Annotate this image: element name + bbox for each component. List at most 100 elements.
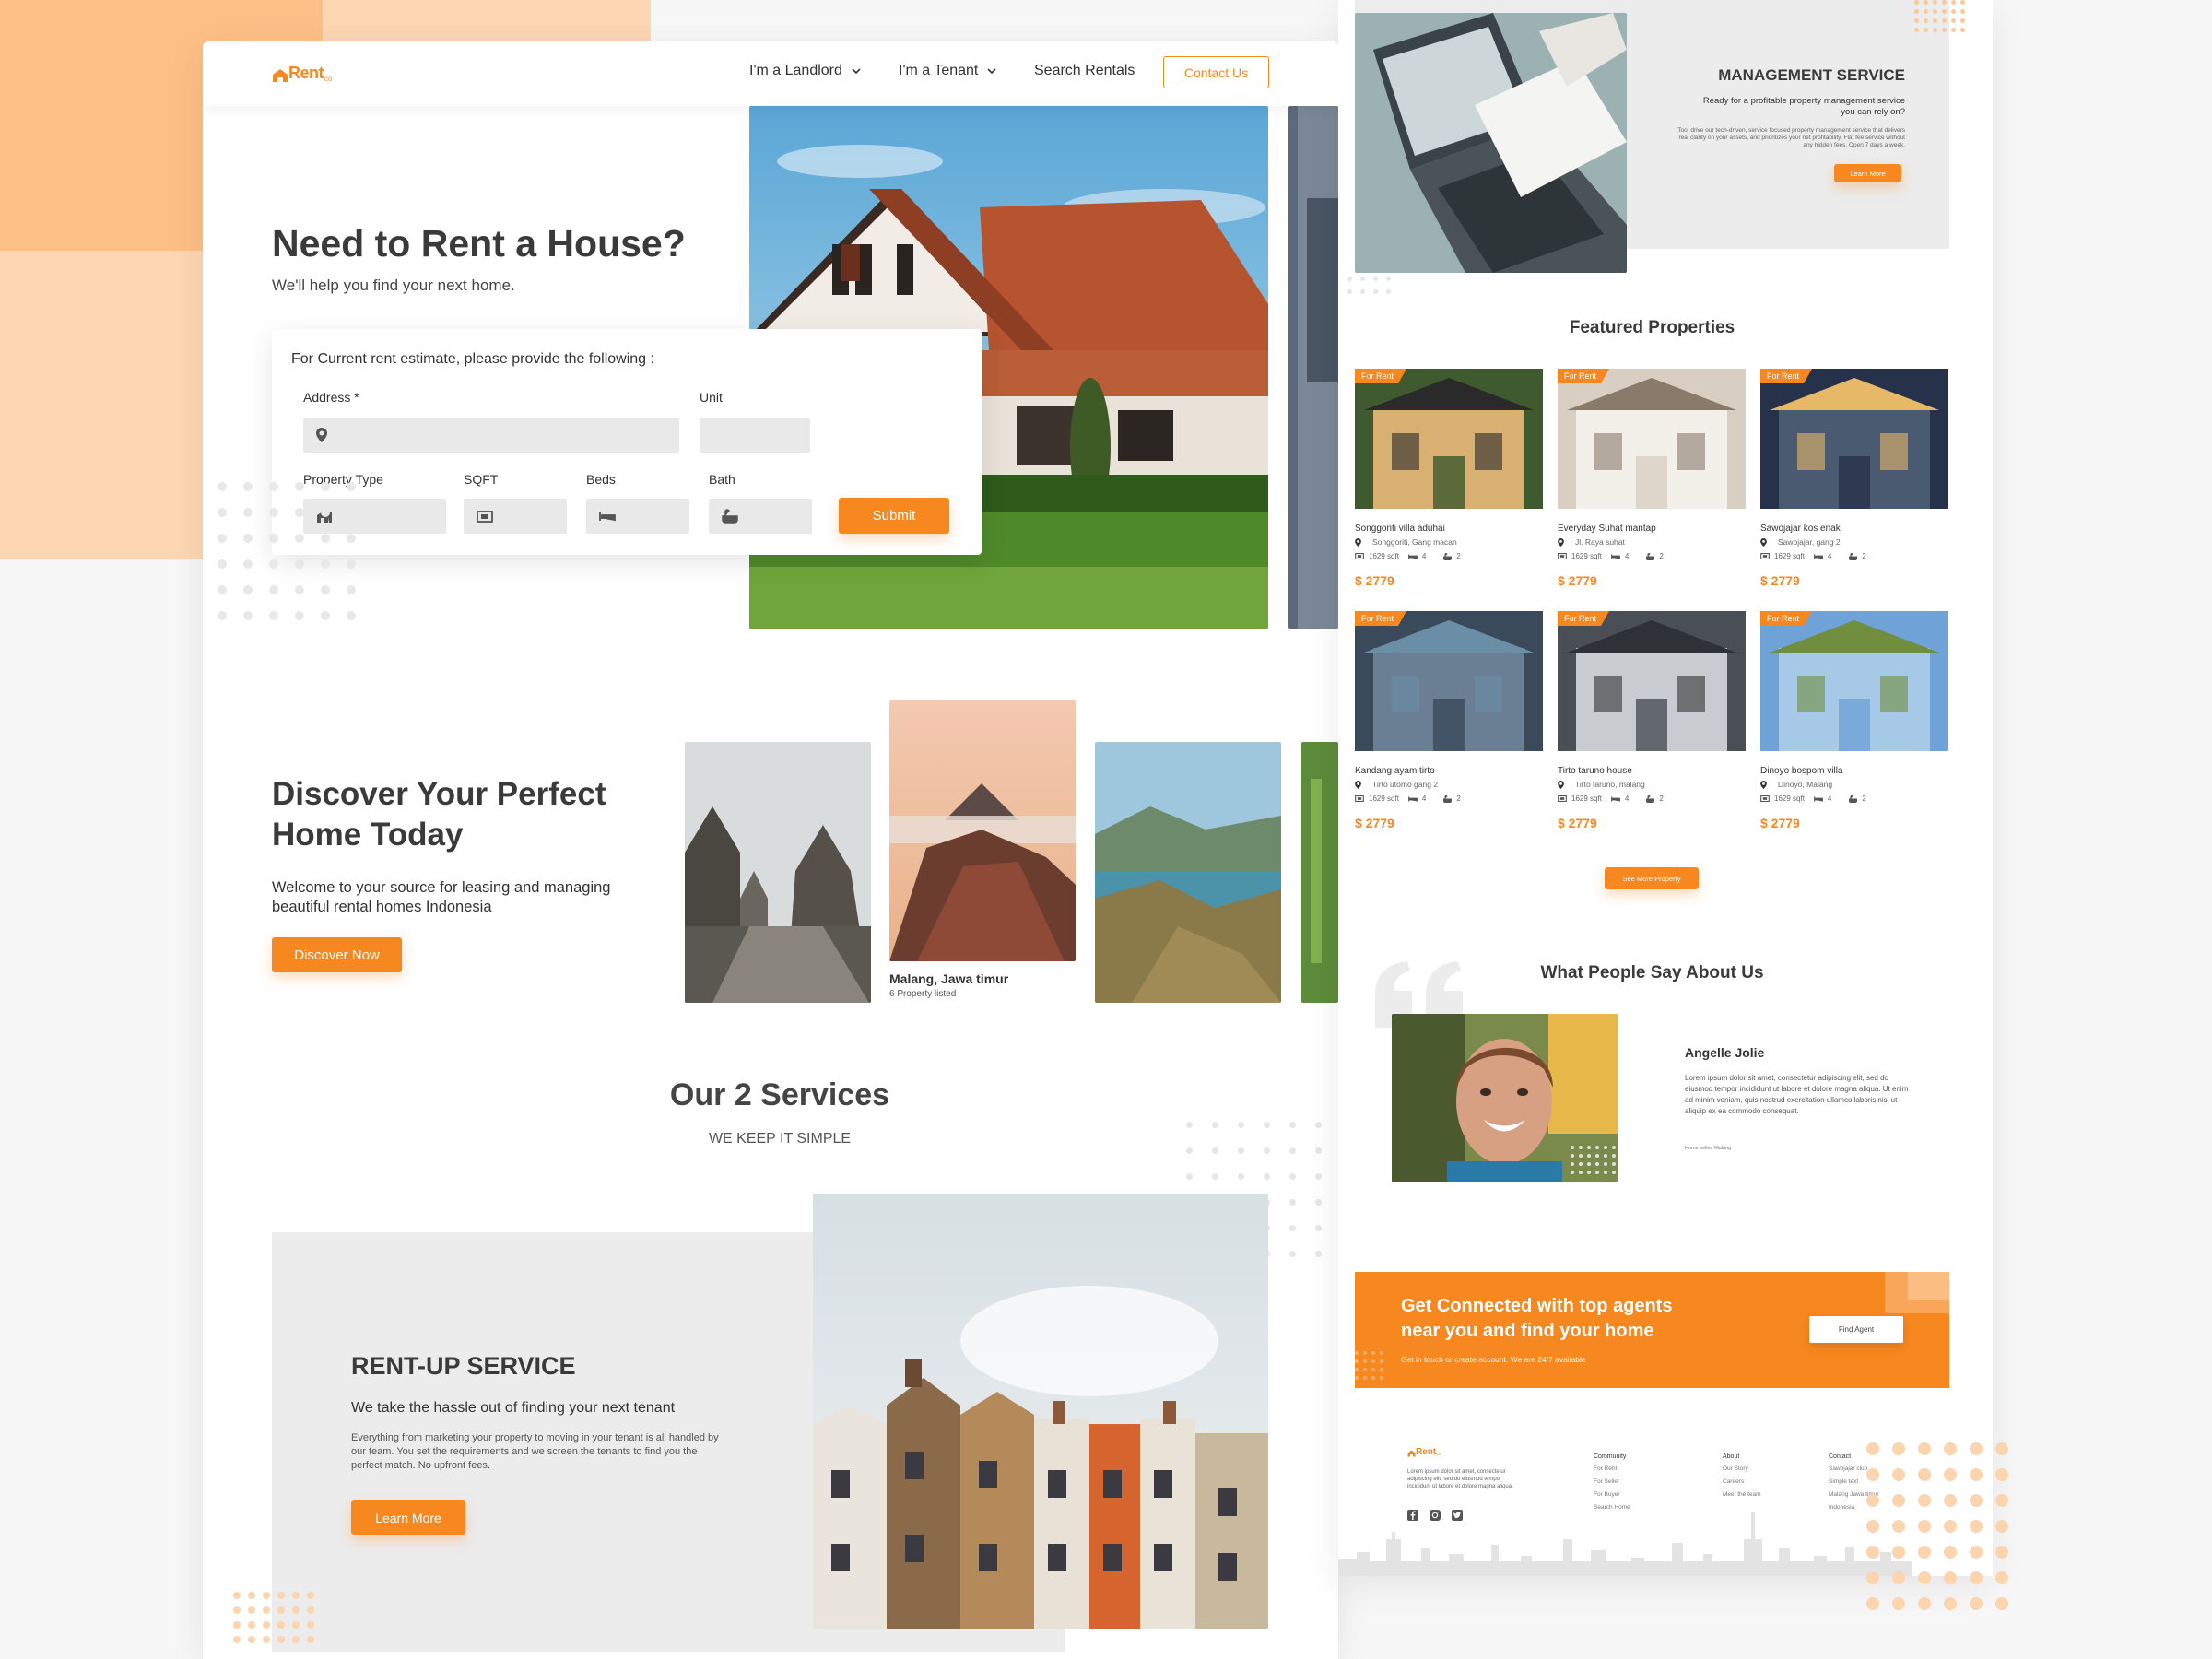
dot <box>269 534 278 543</box>
nav-item-tenant[interactable]: I'm a Tenant <box>899 63 996 79</box>
dot <box>1571 1146 1574 1149</box>
address-input[interactable] <box>303 418 679 453</box>
bed-icon <box>1408 554 1418 559</box>
dot <box>1995 1442 2008 1455</box>
property-photo <box>1760 611 1948 751</box>
dot <box>1944 1546 1957 1559</box>
logo-suffix: co <box>324 75 333 83</box>
nav-item-search-rentals[interactable]: Search Rentals <box>1034 63 1135 79</box>
nav-item-landlord[interactable]: I'm a Landlord <box>749 63 861 79</box>
dot <box>1960 18 1965 23</box>
dot <box>269 482 278 491</box>
find-agent-button[interactable]: Find Agent <box>1809 1316 1903 1343</box>
property-name: Kandang ayam tirto <box>1355 766 1435 776</box>
dot <box>1604 1146 1607 1149</box>
dot <box>1914 0 1919 5</box>
dot <box>1579 1162 1583 1166</box>
cta-title: Get Connected with top agents near you a… <box>1401 1296 1673 1341</box>
property-price: $ 2779 <box>1355 573 1394 588</box>
footer-logo[interactable]: Rent co <box>1407 1447 1441 1457</box>
dot <box>1892 1546 1905 1559</box>
cta-subtitle: Get in touch or create account. We are 2… <box>1401 1355 1586 1364</box>
property-location: Tirto utomo gang 2 <box>1355 780 1438 789</box>
footer-link[interactable]: For Rent <box>1594 1465 1630 1472</box>
submit-button[interactable]: Submit <box>839 498 949 534</box>
management-learn-more-button[interactable]: Learn More <box>1834 164 1901 182</box>
dot <box>1918 1546 1931 1559</box>
chevron-down-icon <box>987 68 996 74</box>
bathtub-icon <box>1849 552 1858 560</box>
contact-us-button[interactable]: Contact Us <box>1163 56 1269 88</box>
dot <box>1373 289 1378 294</box>
property-photo <box>1355 369 1543 509</box>
dot <box>1360 289 1365 294</box>
bromo-photo[interactable] <box>889 700 1076 961</box>
dot <box>1612 1146 1616 1149</box>
dot <box>1579 1171 1583 1174</box>
island-photo[interactable] <box>1095 742 1281 1003</box>
property-location: Dinoyo, Malang <box>1760 780 1832 789</box>
dot <box>1212 1122 1218 1128</box>
location-pin-icon <box>1558 780 1564 789</box>
property-location: Sawojajar, gang 2 <box>1760 537 1841 547</box>
dot <box>347 559 356 569</box>
dot <box>243 482 253 491</box>
dot <box>1918 1442 1931 1455</box>
rice-field-photo[interactable] <box>1301 742 1338 1003</box>
rent-up-learn-more-button[interactable]: Learn More <box>351 1500 465 1535</box>
dot <box>295 482 304 491</box>
area-icon <box>1355 553 1364 559</box>
dot <box>1380 1368 1383 1371</box>
dot <box>218 534 227 543</box>
property-name: Dinoyo bospom villa <box>1760 766 1843 776</box>
dot <box>295 559 304 569</box>
property-price: $ 2779 <box>1558 573 1597 588</box>
dot <box>277 1621 285 1629</box>
dot <box>1924 9 1928 14</box>
rent-estimate-form: For Current rent estimate, please provid… <box>272 329 982 555</box>
dot <box>1951 9 1956 14</box>
dot <box>277 1636 285 1643</box>
dot <box>1970 1571 1983 1584</box>
dot <box>1264 1173 1270 1180</box>
dot <box>321 534 330 543</box>
logo[interactable]: Rent co <box>272 64 332 83</box>
dot <box>218 585 227 594</box>
footer-link[interactable]: Our Story <box>1723 1465 1761 1472</box>
property-price: $ 2779 <box>1558 816 1597 830</box>
dot <box>292 1606 300 1614</box>
bed-icon <box>1611 554 1620 559</box>
dot <box>1386 289 1391 294</box>
discover-now-button[interactable]: Discover Now <box>272 937 402 972</box>
dot <box>1380 1376 1383 1380</box>
dot <box>307 1606 314 1614</box>
dot <box>1970 1468 1983 1481</box>
dot <box>1914 18 1919 23</box>
dot <box>1944 1468 1957 1481</box>
dot <box>1892 1571 1905 1584</box>
management-body: Too! drive our tech-driven, service focu… <box>1677 127 1905 148</box>
dot <box>1315 1199 1322 1206</box>
see-more-property-button[interactable]: See More Property <box>1605 867 1699 889</box>
dot <box>347 611 356 620</box>
dot <box>1347 289 1352 294</box>
dot <box>347 482 356 491</box>
unit-input[interactable] <box>700 418 810 453</box>
property-name: Sawojajar kos enak <box>1760 524 1841 534</box>
testimonial-role: Home seller, Malang <box>1685 1146 1732 1151</box>
cta-decoration <box>1908 1272 1949 1300</box>
dot <box>233 1636 241 1643</box>
bed-icon <box>1814 796 1823 801</box>
beds-label: Beds <box>586 472 616 487</box>
bathtub-icon <box>1849 794 1858 803</box>
address-label: Address * <box>303 390 359 405</box>
temple-photo[interactable] <box>685 742 871 1003</box>
dot <box>1933 9 1937 14</box>
dot <box>243 611 253 620</box>
dot <box>1995 1571 2008 1584</box>
dot <box>321 585 330 594</box>
beds-input[interactable] <box>586 499 689 534</box>
bg-orange-block-3 <box>0 251 203 559</box>
sqft-input[interactable] <box>464 499 567 534</box>
bath-input[interactable] <box>709 499 812 534</box>
